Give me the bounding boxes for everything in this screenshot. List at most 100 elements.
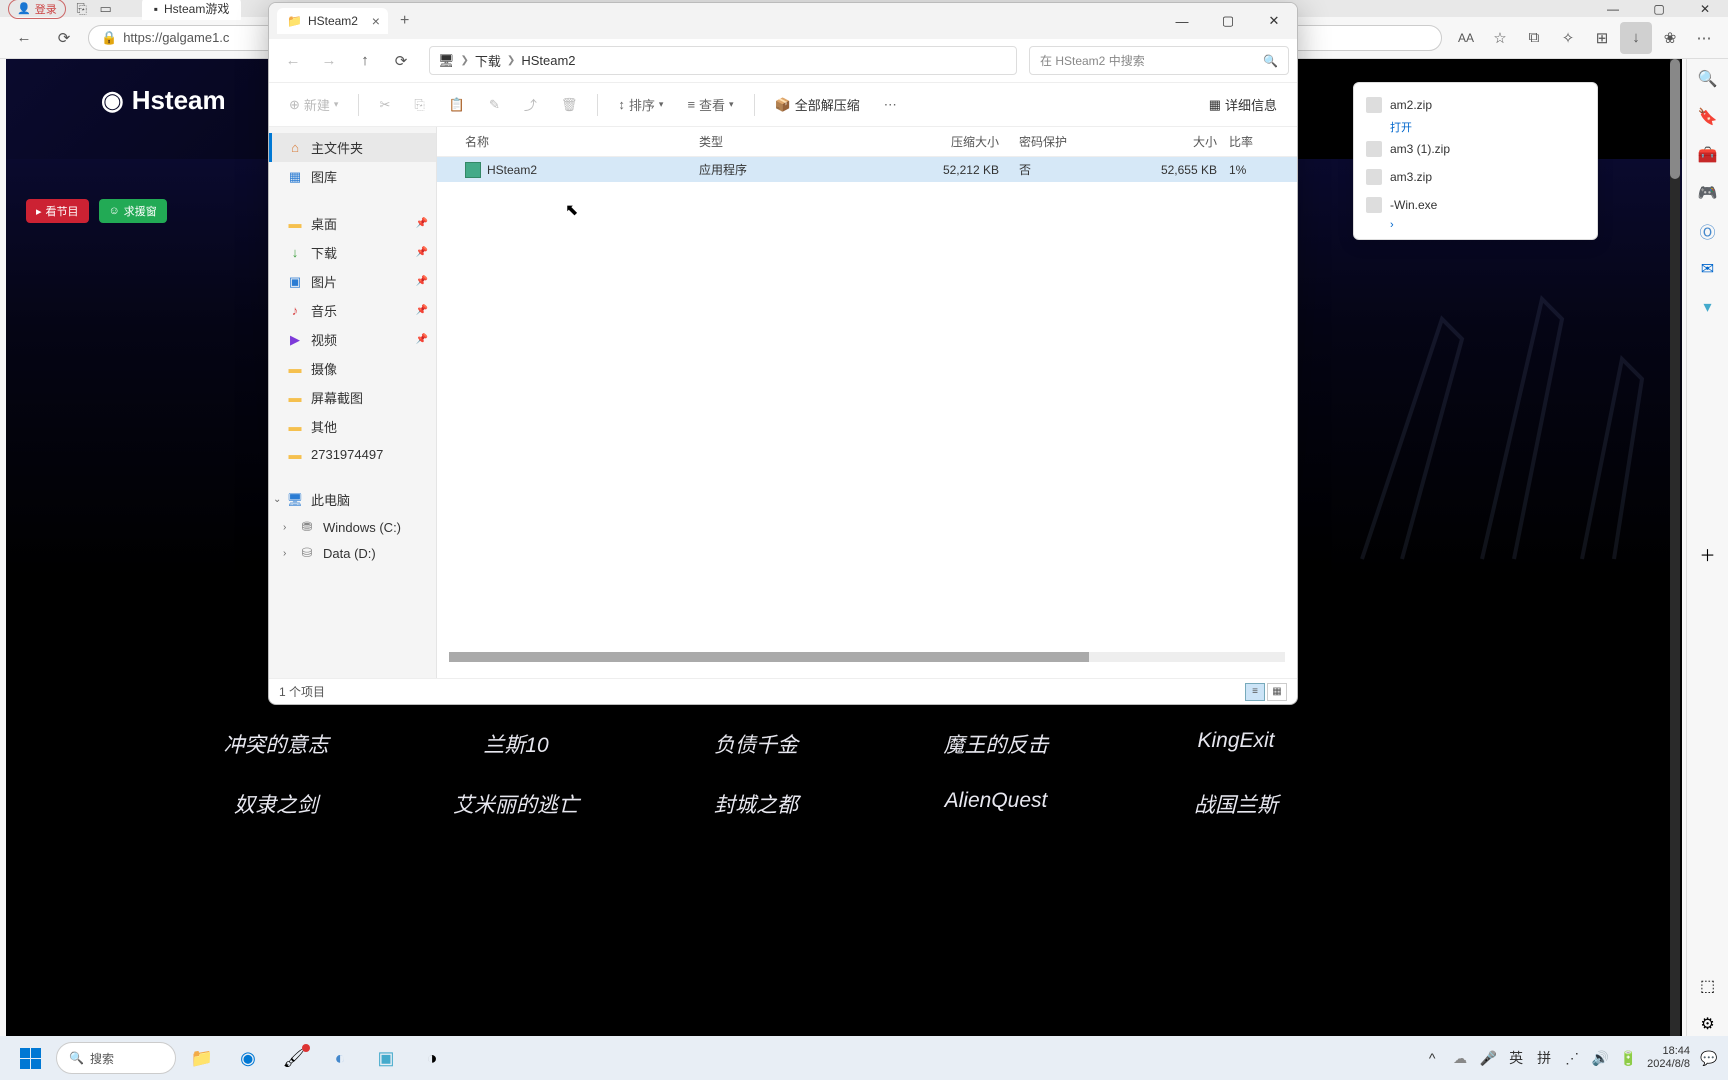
game-link[interactable]: AlienQuest bbox=[876, 789, 1116, 819]
refresh-button[interactable]: ⟳ bbox=[48, 22, 80, 54]
maximize-button[interactable]: ▢ bbox=[1205, 3, 1251, 39]
download-item[interactable]: am3 (1).zip bbox=[1354, 135, 1597, 163]
nav-chip-programs[interactable]: ▸看节目 bbox=[26, 199, 89, 223]
sort-button[interactable]: ↕ 排序 ▾ bbox=[610, 89, 671, 120]
notifications-icon[interactable]: 💬 bbox=[1700, 1049, 1718, 1067]
browser-tab[interactable]: ▪ Hsteam游戏 bbox=[142, 0, 242, 20]
more-button[interactable]: ⋯ bbox=[876, 91, 905, 119]
page-scrollbar[interactable] bbox=[1670, 59, 1680, 1036]
sidebar-desktop[interactable]: ▬桌面📌 bbox=[269, 209, 436, 238]
file-row[interactable]: HSteam2 应用程序 52,212 KB 否 52,655 KB 1% bbox=[437, 157, 1297, 182]
collections-icon[interactable]: ⧉ bbox=[1518, 22, 1550, 54]
wifi-icon[interactable]: ⋰ bbox=[1563, 1049, 1581, 1067]
sidebar-expand-icon[interactable]: ⬚ bbox=[1696, 974, 1720, 998]
nav-up-button[interactable]: ↑ bbox=[349, 45, 381, 77]
sidebar-videos[interactable]: ▶视频📌 bbox=[269, 325, 436, 354]
taskbar-explorer[interactable]: 📁 bbox=[182, 1040, 222, 1076]
game-link[interactable]: 奴隶之剑 bbox=[156, 789, 396, 819]
sidebar-other[interactable]: ▬其他 bbox=[269, 412, 436, 441]
download-item[interactable]: -Win.exe bbox=[1354, 191, 1597, 219]
new-tab-button[interactable]: + bbox=[400, 12, 409, 30]
start-button[interactable] bbox=[10, 1040, 50, 1076]
chevron-right-icon[interactable]: ❯ bbox=[461, 55, 469, 66]
page-scrollbar-thumb[interactable] bbox=[1670, 59, 1680, 179]
taskbar-search[interactable]: 🔍 搜索 bbox=[56, 1042, 176, 1074]
search-sidebar-icon[interactable]: 🔍 bbox=[1696, 67, 1720, 91]
details-view-toggle[interactable]: ≡ bbox=[1245, 683, 1265, 701]
office-icon[interactable]: Ⓞ bbox=[1696, 219, 1720, 243]
nav-forward-button[interactable]: → bbox=[313, 45, 345, 77]
close-button[interactable]: ✕ bbox=[1251, 3, 1297, 39]
breadcrumb-bar[interactable]: 🖥 ❯ 下载 ❯ HSteam2 bbox=[429, 46, 1017, 75]
ime-mode-indicator[interactable]: 拼 bbox=[1535, 1049, 1553, 1067]
rename-button[interactable]: ✎ bbox=[481, 91, 508, 119]
column-header-type[interactable]: 类型 bbox=[699, 133, 879, 150]
sidebar-camera[interactable]: ▬摄像 bbox=[269, 354, 436, 383]
shopping-icon[interactable]: 🔖 bbox=[1696, 105, 1720, 129]
taskbar-edge[interactable]: ◉ bbox=[228, 1040, 268, 1076]
breadcrumb-item[interactable]: HSteam2 bbox=[521, 53, 575, 68]
volume-icon[interactable]: 🔊 bbox=[1591, 1049, 1609, 1067]
tray-chevron-icon[interactable]: ^ bbox=[1423, 1049, 1441, 1067]
settings-more-icon[interactable]: ⋯ bbox=[1688, 22, 1720, 54]
game-link[interactable]: 兰斯10 bbox=[396, 729, 636, 759]
explorer-tab[interactable]: 📁 HSteam2 × bbox=[277, 8, 388, 34]
chevron-right-icon[interactable]: › bbox=[283, 548, 286, 559]
browser-essentials-icon[interactable]: ❀ bbox=[1654, 22, 1686, 54]
favorite-icon[interactable]: ☆ bbox=[1484, 22, 1516, 54]
paste-button[interactable]: 📋 bbox=[441, 91, 473, 119]
settings-gear-icon[interactable]: ⚙ bbox=[1696, 1012, 1720, 1036]
column-header-ratio[interactable]: 比率 bbox=[1229, 133, 1279, 150]
sidebar-downloads[interactable]: ↓下载📌 bbox=[269, 238, 436, 267]
maximize-button[interactable]: ▢ bbox=[1636, 0, 1682, 17]
chevron-right-icon[interactable]: › bbox=[283, 522, 286, 533]
tray-mic-icon[interactable]: 🎤 bbox=[1479, 1049, 1497, 1067]
minimize-button[interactable]: — bbox=[1590, 0, 1636, 17]
tiles-view-toggle[interactable]: ▦ bbox=[1267, 683, 1287, 701]
battery-icon[interactable]: 🔋 bbox=[1619, 1049, 1637, 1067]
nav-chip-support[interactable]: ☺求援窗 bbox=[99, 199, 167, 223]
game-link[interactable]: 封城之都 bbox=[636, 789, 876, 819]
details-pane-button[interactable]: ▦ 详细信息 bbox=[1201, 89, 1285, 120]
downloads-icon[interactable]: ↓ bbox=[1620, 22, 1652, 54]
workspaces-icon[interactable]: ⎘ bbox=[74, 1, 90, 17]
taskbar-app-obs[interactable]: ◑ bbox=[412, 1040, 452, 1076]
tab-actions-icon[interactable]: ▭ bbox=[98, 1, 114, 17]
scrollbar-thumb[interactable] bbox=[449, 652, 1089, 662]
nav-back-button[interactable]: ← bbox=[277, 45, 309, 77]
minimize-button[interactable]: — bbox=[1159, 3, 1205, 39]
download-more-link[interactable]: › bbox=[1354, 219, 1597, 231]
favorites-bar-icon[interactable]: ✧ bbox=[1552, 22, 1584, 54]
copy-button[interactable]: ⎘ bbox=[406, 91, 432, 119]
game-link[interactable]: 艾米丽的逃亡 bbox=[396, 789, 636, 819]
tray-onedrive-icon[interactable]: ☁ bbox=[1451, 1049, 1469, 1067]
outlook-icon[interactable]: ✉ bbox=[1696, 257, 1720, 281]
sidebar-drive-d[interactable]: ›⛁Data (D:) bbox=[269, 540, 436, 566]
cut-button[interactable]: ✂ bbox=[371, 91, 398, 119]
plus-icon[interactable]: ＋ bbox=[1696, 542, 1720, 566]
extract-all-button[interactable]: 📦 全部解压缩 bbox=[767, 89, 868, 120]
chevron-down-icon[interactable]: ⌄ bbox=[273, 494, 281, 505]
extensions-icon[interactable]: ⊞ bbox=[1586, 22, 1618, 54]
view-button[interactable]: ≡ 查看 ▾ bbox=[679, 89, 741, 120]
game-link[interactable]: 魔王的反击 bbox=[876, 729, 1116, 759]
games-icon[interactable]: 🎮 bbox=[1696, 181, 1720, 205]
download-open-link[interactable]: 打开 bbox=[1354, 119, 1597, 135]
download-item[interactable]: am3.zip bbox=[1354, 163, 1597, 191]
game-link[interactable]: 战国兰斯 bbox=[1116, 789, 1356, 819]
nav-refresh-button[interactable]: ⟳ bbox=[385, 45, 417, 77]
read-aloud-icon[interactable]: AA bbox=[1450, 22, 1482, 54]
game-link[interactable]: 负债千金 bbox=[636, 729, 876, 759]
game-link[interactable]: 冲突的意志 bbox=[156, 729, 396, 759]
share-button[interactable]: ⤴ bbox=[516, 89, 545, 120]
sidebar-drive-c[interactable]: ›⛃Windows (C:) bbox=[269, 514, 436, 540]
sidebar-home[interactable]: ⌂主文件夹 bbox=[269, 133, 436, 162]
download-item[interactable]: am2.zip bbox=[1354, 91, 1597, 119]
chevron-right-icon[interactable]: ❯ bbox=[507, 55, 515, 66]
sidebar-music[interactable]: ♪音乐📌 bbox=[269, 296, 436, 325]
sidebar-gallery[interactable]: ▦图库 bbox=[269, 162, 436, 191]
column-header-protection[interactable]: 密码保护 bbox=[1019, 133, 1109, 150]
clock[interactable]: 18:44 2024/8/8 bbox=[1647, 1045, 1690, 1071]
delete-button[interactable]: 🗑 bbox=[553, 91, 586, 119]
close-button[interactable]: ✕ bbox=[1682, 0, 1728, 17]
